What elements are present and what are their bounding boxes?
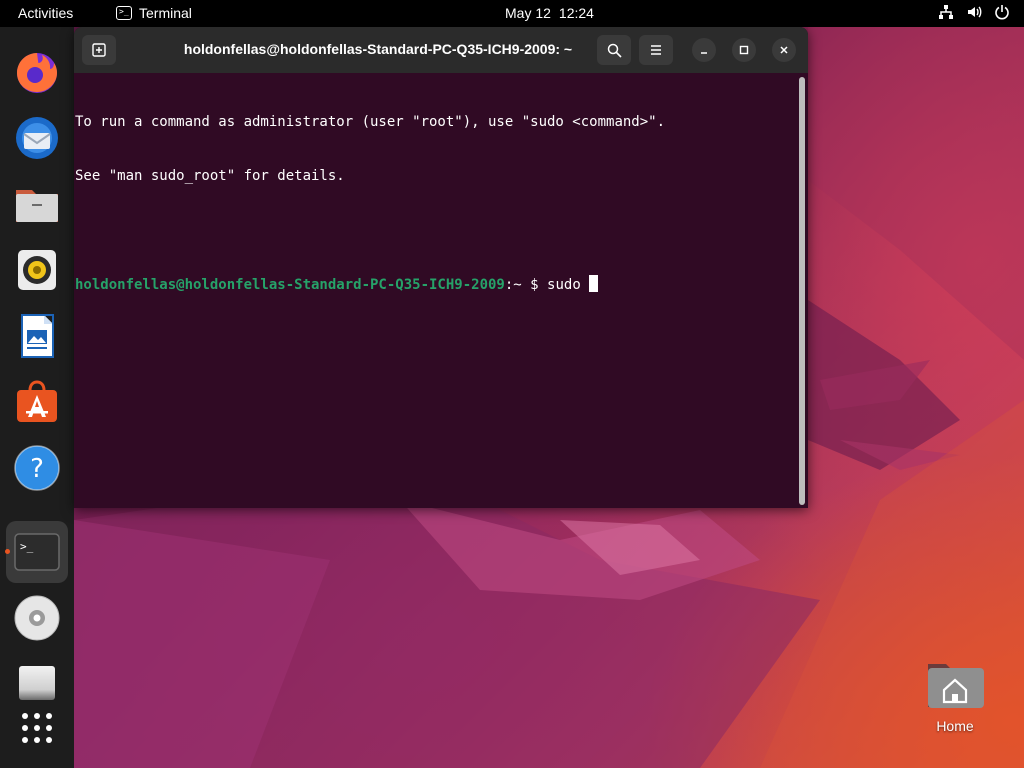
hamburger-icon (651, 45, 661, 55)
cd-icon (14, 595, 60, 641)
home-folder-icon (928, 664, 984, 708)
prompt-symbol (522, 277, 530, 293)
search-icon (607, 43, 622, 58)
close-icon (780, 46, 788, 54)
dock-help[interactable]: ? (6, 437, 68, 499)
system-tray[interactable] (938, 4, 1010, 20)
new-tab-icon (92, 43, 106, 57)
maximize-icon (739, 45, 749, 55)
app-grid-icon (22, 713, 52, 743)
software-icon (17, 380, 57, 422)
dock-files[interactable] (6, 173, 68, 235)
typed-command: sudo (547, 277, 590, 293)
home-label: Home (936, 718, 974, 734)
output-line: To run a command as administrator (user … (75, 114, 666, 130)
thunderbird-icon (16, 117, 58, 159)
search-button[interactable] (597, 35, 631, 65)
menu-button[interactable] (639, 35, 673, 65)
dock: ? >_ (0, 27, 74, 768)
volume-icon (966, 4, 982, 20)
minimize-button[interactable] (692, 38, 716, 62)
terminal-icon: >_ (14, 533, 60, 571)
dock-software[interactable] (6, 371, 68, 433)
firefox-icon (17, 53, 57, 93)
writer-icon (21, 314, 54, 358)
text-cursor (589, 275, 599, 292)
prompt-user-host: holdonfellas@holdonfellas-Standard-PC-Q3… (75, 277, 505, 293)
power-icon (994, 4, 1010, 20)
dock-firefox[interactable] (6, 41, 68, 103)
terminal-glyph: >_ (20, 540, 34, 553)
clock[interactable]: May 12 12:24 (505, 5, 594, 21)
terminal-small-icon: >_ (116, 6, 132, 20)
app-menu-label: Terminal (139, 5, 192, 21)
terminal-headerbar[interactable]: holdonfellas@holdonfellas-Standard-PC-Q3… (74, 27, 808, 73)
minimize-icon (701, 52, 707, 54)
clock-date: May 12 (505, 5, 551, 21)
dock-writer[interactable] (6, 305, 68, 367)
dock-rhythmbox[interactable] (6, 239, 68, 301)
terminal-window[interactable]: holdonfellas@holdonfellas-Standard-PC-Q3… (74, 27, 808, 508)
files-icon (16, 190, 58, 222)
help-icon: ? (14, 445, 60, 491)
terminal-scrollbar[interactable] (799, 77, 805, 505)
maximize-button[interactable] (732, 38, 756, 62)
rhythmbox-icon (18, 250, 56, 290)
prompt-dollar: $ (530, 277, 539, 293)
network-icon (938, 4, 954, 20)
dock-thunderbird[interactable] (6, 107, 68, 169)
help-glyph: ? (30, 454, 44, 484)
output-line-blank (75, 221, 795, 239)
show-apps-button[interactable] (6, 697, 68, 759)
activities-button[interactable]: Activities (18, 5, 73, 21)
terminal-output[interactable]: To run a command as administrator (user … (75, 77, 795, 502)
desktop-home-icon[interactable]: Home (924, 656, 986, 740)
prompt-path: :~ (504, 277, 522, 293)
dock-terminal[interactable]: >_ (6, 521, 68, 583)
prompt-line: holdonfellas@holdonfellas-Standard-PC-Q3… (75, 275, 795, 293)
new-tab-button[interactable] (82, 35, 116, 65)
output-line: See "man sudo_root" for details. (75, 168, 345, 184)
running-indicator (5, 549, 10, 554)
top-bar: Activities >_ Terminal May 12 12:24 (0, 0, 1024, 27)
dock-cd[interactable] (6, 587, 68, 649)
close-button[interactable] (772, 38, 796, 62)
app-menu[interactable]: >_ Terminal (116, 5, 192, 21)
terminal-title: holdonfellas@holdonfellas-Standard-PC-Q3… (183, 41, 573, 57)
clock-time: 12:24 (558, 5, 594, 21)
